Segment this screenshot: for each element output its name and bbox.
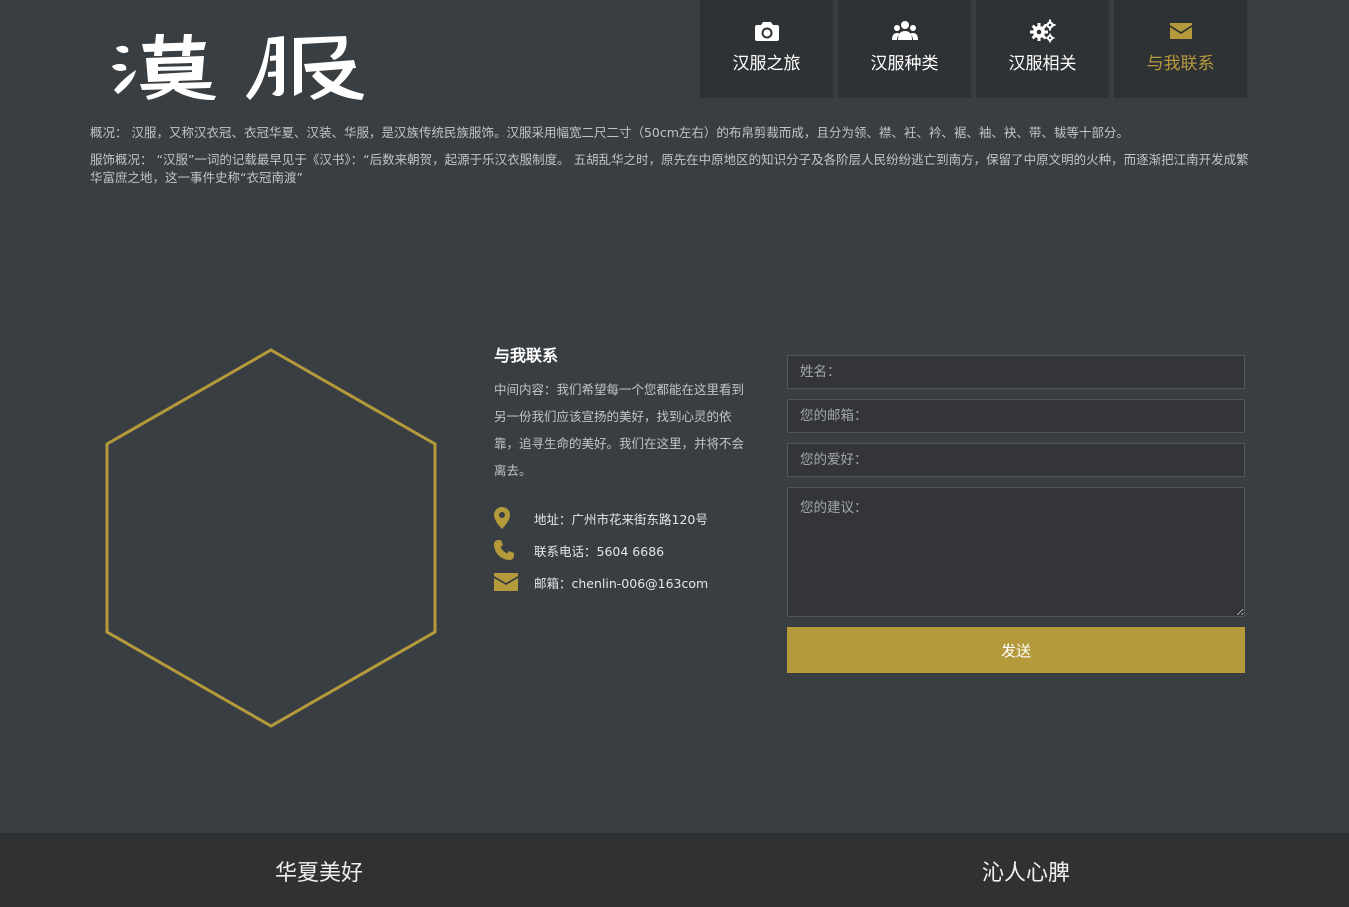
email-input[interactable]	[787, 399, 1245, 433]
send-button[interactable]: 发送	[787, 627, 1245, 673]
contact-info: 与我联系 中间内容：我们希望每一个您都能在这里看到另一份我们应该宣扬的美好，找到…	[494, 344, 756, 598]
hexagon-frame	[100, 345, 445, 735]
intro-costume-overview: 服饰概况： “汉服”一词的记载最早见于《汉书》：“后数来朝贺，起源于乐汉衣服制度…	[90, 152, 1249, 185]
contact-list: 地址：广州市花来街东路120号 联系电话：5604 6686 邮箱：chenli…	[494, 502, 756, 598]
contact-form: 发送	[787, 355, 1245, 673]
nav-item-hanfu-related[interactable]: 汉服相关	[976, 0, 1109, 98]
envelope-icon	[494, 573, 534, 591]
contact-email-text: 邮箱：chenlin-006@163com	[534, 575, 709, 591]
footer: 华夏美好 沁人心脾	[0, 833, 1349, 907]
contact-email: 邮箱：chenlin-006@163com	[494, 566, 756, 598]
nav-item-hanfu-types[interactable]: 汉服种类	[838, 0, 971, 98]
camera-icon	[754, 18, 780, 44]
map-marker-icon	[494, 507, 534, 529]
logo[interactable]	[108, 30, 373, 102]
nav-item-contact-me[interactable]: 与我联系	[1114, 0, 1247, 98]
envelope-icon	[1168, 18, 1194, 44]
intro-section: 概况： 汉服，又称汉衣冠、衣冠华夏、汉装、华服，是汉族传统民族服饰。汉服采用幅宽…	[90, 124, 1260, 196]
contact-address-text: 地址：广州市花来街东路120号	[534, 511, 708, 527]
logo-calligraphy	[112, 34, 364, 100]
users-icon	[891, 18, 918, 44]
nav-label: 汉服种类	[870, 54, 939, 74]
gears-icon	[1029, 18, 1056, 44]
nav-label: 汉服之旅	[732, 54, 801, 74]
contact-title: 与我联系	[494, 346, 559, 365]
nav-label: 汉服相关	[1008, 54, 1077, 74]
suggestion-textarea[interactable]	[787, 487, 1245, 617]
contact-phone-text: 联系电话：5604 6686	[534, 543, 665, 559]
name-input[interactable]	[787, 355, 1245, 389]
hexagon-outline	[105, 348, 437, 728]
main-nav: 汉服之旅 汉服种类 汉服相关 与我联系	[700, 0, 1247, 98]
intro-overview: 概况： 汉服，又称汉衣冠、衣冠华夏、汉装、华服，是汉族传统民族服饰。汉服采用幅宽…	[90, 125, 1129, 140]
hobby-input[interactable]	[787, 443, 1245, 477]
nav-label: 与我联系	[1146, 54, 1215, 74]
header: 汉服之旅 汉服种类 汉服相关 与我联系	[0, 0, 1349, 110]
footer-right-text: 沁人心脾	[982, 861, 1071, 886]
phone-icon	[494, 540, 534, 560]
contact-description: 中间内容：我们希望每一个您都能在这里看到另一份我们应该宣扬的美好，找到心灵的依靠…	[494, 382, 745, 478]
footer-left-text: 华夏美好	[275, 861, 364, 886]
nav-item-hanfu-journey[interactable]: 汉服之旅	[700, 0, 833, 98]
contact-address: 地址：广州市花来街东路120号	[494, 502, 756, 534]
contact-phone: 联系电话：5604 6686	[494, 534, 756, 566]
